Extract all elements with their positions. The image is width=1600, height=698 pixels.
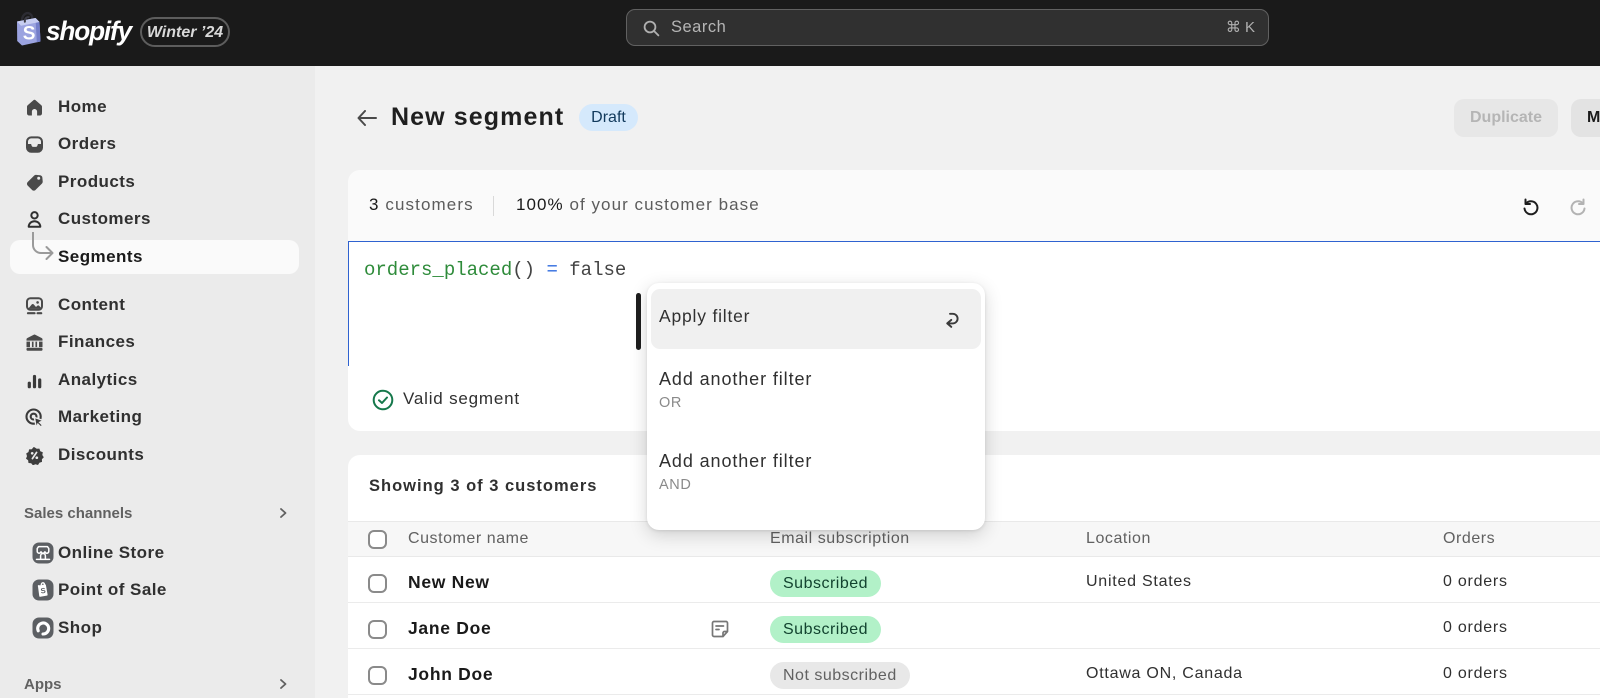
svg-text:S: S [23,24,36,45]
